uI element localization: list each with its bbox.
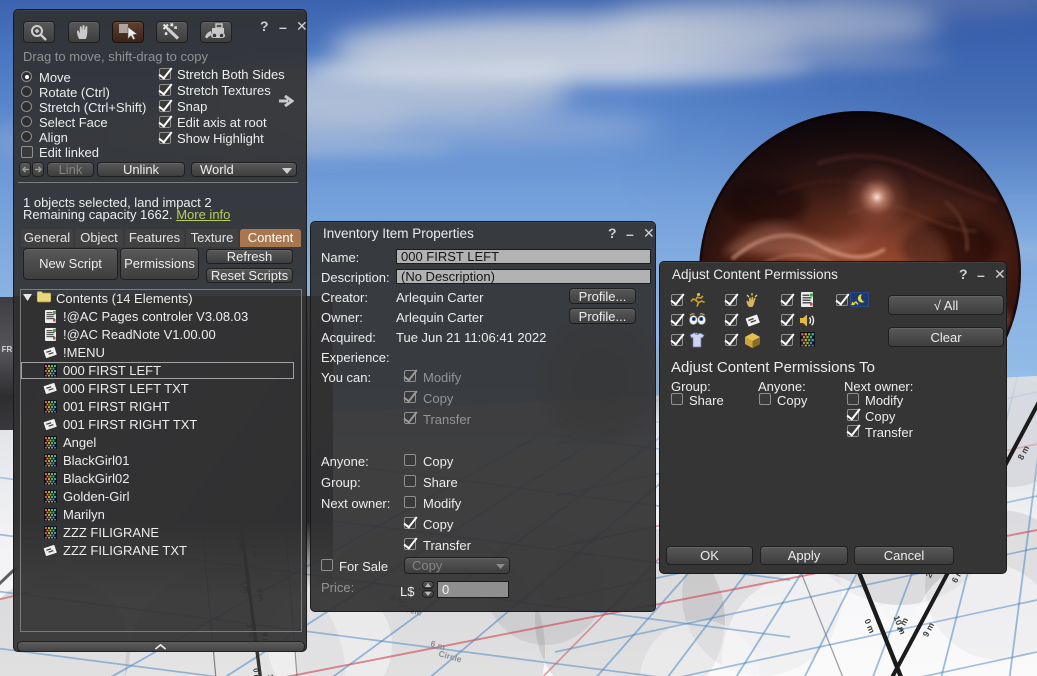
svg-text:0 m: 0 m xyxy=(251,668,262,676)
